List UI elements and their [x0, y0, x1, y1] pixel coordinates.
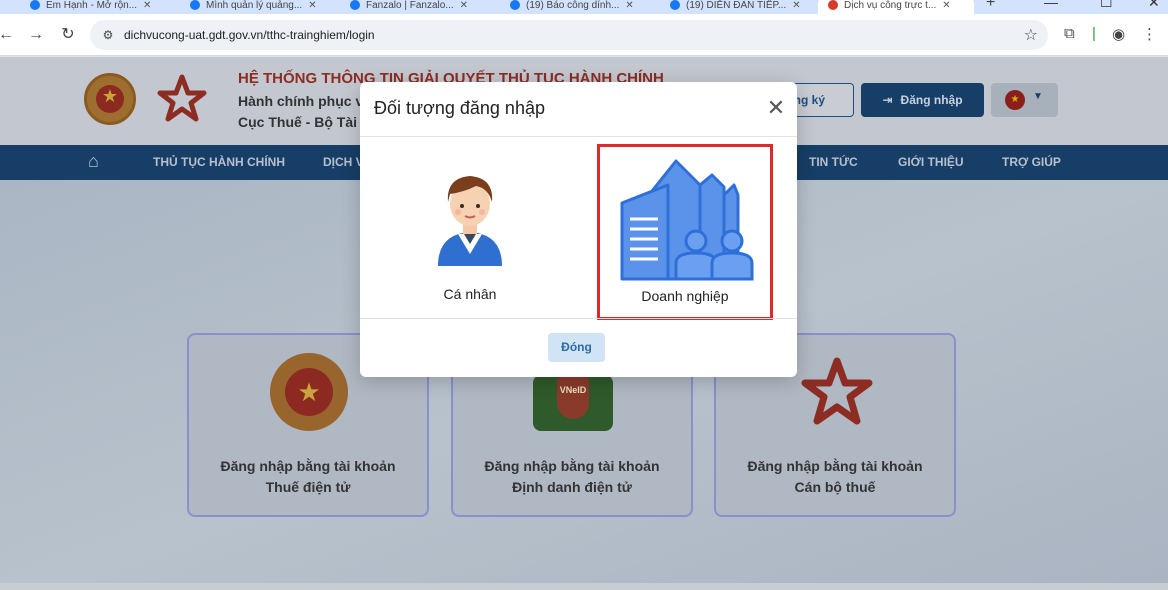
- address-bar[interactable]: ⚙ dichvucong-uat.gdt.gov.vn/tthc-traingh…: [90, 20, 1048, 50]
- home-icon[interactable]: ⌂: [88, 151, 99, 172]
- browser-tab-bar: Em Hạnh - Mở rộn... ✕ Mình quản lý quảng.…: [0, 0, 1168, 14]
- nav-item-gioi-thieu[interactable]: GIỚI THIỆU: [898, 155, 964, 169]
- tax-star-logo-icon: [801, 357, 873, 425]
- modal-title: Đối tượng đăng nhập: [374, 98, 545, 118]
- nav-item-dich-vu[interactable]: DỊCH V: [323, 155, 364, 169]
- url-text[interactable]: dichvucong-uat.gdt.gov.vn/tthc-trainghie…: [124, 28, 375, 42]
- zalo-icon: [350, 0, 360, 10]
- close-button[interactable]: Đóng: [548, 333, 605, 362]
- extensions-icon[interactable]: ⧉: [1064, 25, 1075, 42]
- close-tab-icon[interactable]: ✕: [308, 0, 316, 11]
- close-tab-icon[interactable]: ✕: [792, 0, 800, 11]
- new-tab-icon[interactable]: +: [986, 0, 995, 12]
- browser-tab[interactable]: Mình quản lý quảng... ✕: [180, 0, 327, 14]
- browser-tab-active[interactable]: Dịch vụ công trực t... ✕: [818, 0, 974, 14]
- close-tab-icon[interactable]: ✕: [460, 0, 468, 11]
- tax-star-logo-icon: [157, 74, 207, 122]
- option-label: Doanh nghiệp: [641, 288, 729, 304]
- minimize-icon[interactable]: —: [1044, 0, 1058, 10]
- nav-item-thu-tuc[interactable]: THỦ TỤC HÀNH CHÍNH: [153, 155, 285, 169]
- site-favicon-icon: [828, 0, 838, 10]
- browser-tab[interactable]: (19) Báo công dính... ✕: [500, 0, 644, 14]
- browser-toolbar: ← → ↻ ⚙ dichvucong-uat.gdt.gov.vn/tthc-t…: [0, 14, 1168, 56]
- close-icon[interactable]: ✕: [764, 96, 788, 120]
- site-settings-icon[interactable]: ⚙: [100, 27, 116, 43]
- person-icon: [438, 176, 502, 266]
- profile-icon[interactable]: ◉: [1112, 25, 1125, 43]
- language-selector[interactable]: ★ ▼: [991, 83, 1058, 117]
- nav-item-tro-giup[interactable]: TRỢ GIÚP: [1002, 155, 1061, 169]
- browser-tab[interactable]: (19) DIỄN ĐÀN TIẾP... ✕: [660, 0, 811, 14]
- divider: [360, 136, 797, 137]
- login-type-modal: Đối tượng đăng nhập ✕ Cá nhân Doanh nghi…: [360, 82, 797, 377]
- building-icon: [620, 159, 754, 281]
- forward-arrow-icon[interactable]: →: [24, 23, 48, 47]
- close-tab-icon[interactable]: ✕: [625, 0, 633, 11]
- login-arrow-icon: ⇥: [882, 93, 893, 107]
- national-emblem-icon: ★: [84, 73, 136, 125]
- vneid-badge-icon: VNeID: [533, 375, 613, 431]
- window-close-icon[interactable]: ✕: [1148, 0, 1160, 11]
- option-ca-nhan[interactable]: Cá nhân: [400, 144, 540, 320]
- close-tab-icon[interactable]: ✕: [143, 0, 151, 11]
- option-label: Cá nhân: [443, 286, 497, 302]
- nav-item-tin-tuc[interactable]: TIN TỨC: [809, 155, 858, 169]
- menu-kebab-icon[interactable]: ⋮: [1142, 25, 1157, 43]
- site-subtitle-2: Cục Thuế - Bộ Tài: [238, 114, 357, 130]
- browser-tab[interactable]: Fanzalo | Fanzalo... ✕: [340, 0, 478, 14]
- bookmark-star-icon[interactable]: ☆: [1024, 25, 1038, 45]
- divider: [360, 318, 797, 319]
- facebook-icon: [670, 0, 680, 10]
- reload-icon[interactable]: ↻: [56, 23, 80, 47]
- close-tab-icon[interactable]: ✕: [942, 0, 950, 11]
- option-doanh-nghiep[interactable]: Doanh nghiệp: [597, 144, 773, 320]
- facebook-icon: [30, 0, 40, 10]
- facebook-icon: [510, 0, 520, 10]
- back-arrow-icon[interactable]: ←: [0, 23, 18, 47]
- login-button[interactable]: ⇥ Đăng nhập: [861, 83, 984, 117]
- facebook-icon: [190, 0, 200, 10]
- national-emblem-icon: ★: [270, 353, 348, 431]
- vietnam-flag-icon: ★: [1005, 90, 1025, 110]
- maximize-icon[interactable]: ☐: [1100, 0, 1113, 11]
- divider-icon: |: [1092, 25, 1096, 42]
- taskbar-strip: [0, 583, 1168, 590]
- browser-tab[interactable]: Em Hạnh - Mở rộn... ✕: [20, 0, 161, 14]
- chevron-down-icon: ▼: [1033, 91, 1043, 102]
- site-subtitle: Hành chính phục v: [238, 93, 364, 109]
